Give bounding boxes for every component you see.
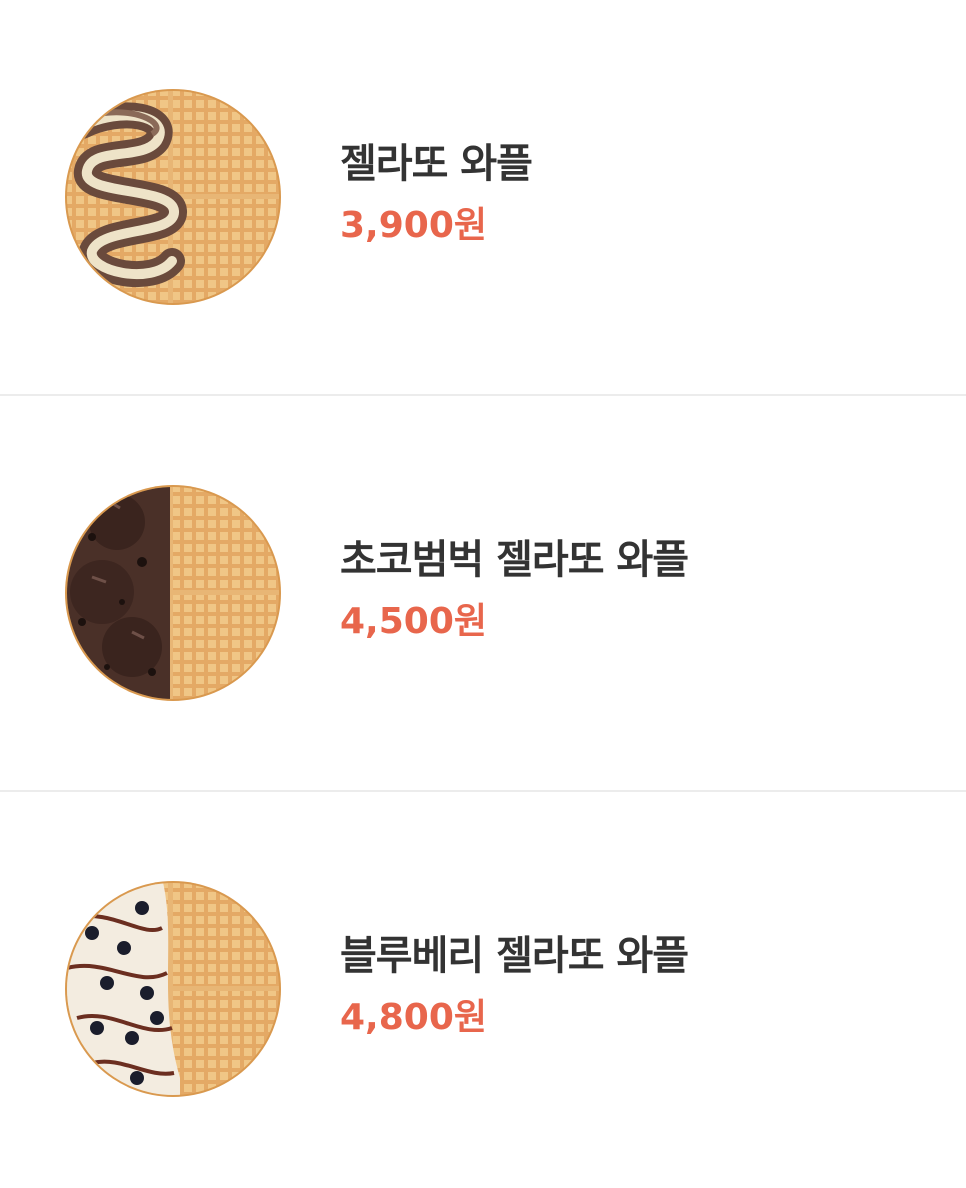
item-name: 블루베리 젤라또 와플 — [340, 933, 689, 979]
menu-item[interactable]: 블루베리 젤라또 와플 4,800원 — [0, 792, 966, 1188]
choco-gelato-waffle-icon — [62, 482, 284, 704]
item-name: 초코범벅 젤라또 와플 — [340, 537, 689, 583]
item-info: 블루베리 젤라또 와플 4,800원 — [340, 932, 689, 1040]
item-name: 젤라또 와플 — [340, 141, 533, 187]
menu-item[interactable]: 초코범벅 젤라또 와플 4,500원 — [0, 396, 966, 792]
gelato-waffle-icon — [62, 86, 284, 308]
item-info: 초코범벅 젤라또 와플 4,500원 — [340, 536, 689, 644]
menu-list: 젤라또 와플 3,900원 초코범벅 젤라또 와플 4,500원 블루베리 젤라… — [0, 0, 966, 1188]
item-info: 젤라또 와플 3,900원 — [340, 140, 533, 248]
item-price: 4,800원 — [340, 997, 487, 1038]
blueberry-gelato-waffle-icon — [62, 878, 284, 1100]
menu-item[interactable]: 젤라또 와플 3,900원 — [0, 0, 966, 396]
item-price: 3,900원 — [340, 205, 487, 246]
item-price: 4,500원 — [340, 601, 487, 642]
